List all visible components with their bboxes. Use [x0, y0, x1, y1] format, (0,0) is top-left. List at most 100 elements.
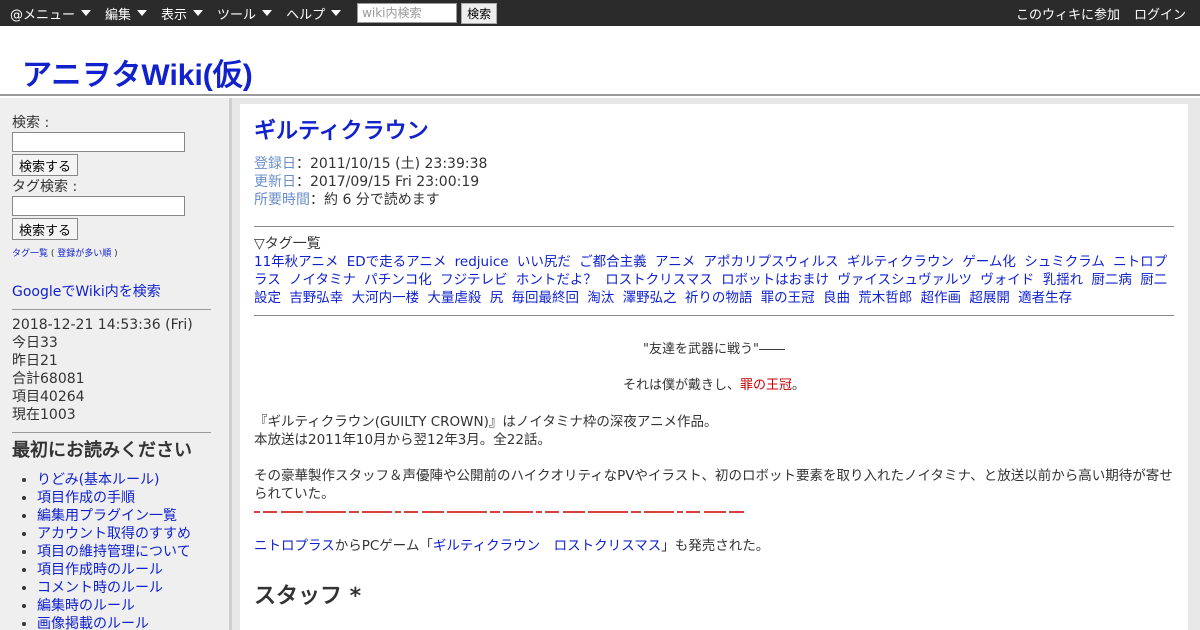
paren-open: (: [48, 249, 58, 259]
tag-link[interactable]: redjuice: [455, 254, 509, 270]
page-title[interactable]: ギルティクラウン: [254, 118, 1174, 146]
tag-link[interactable]: 超展開: [969, 290, 1010, 306]
menu-at-menu[interactable]: @メニュー: [0, 0, 95, 26]
read-first-heading: 最初にお読みください: [12, 440, 192, 461]
tag-link[interactable]: シュミクラム: [1024, 254, 1105, 270]
tag-link[interactable]: 11年秋アニメ: [254, 254, 338, 270]
tag-link[interactable]: ヴォイド: [980, 272, 1034, 288]
tag-link[interactable]: 淘汰: [587, 290, 614, 306]
tag-search-button[interactable]: 検索する: [12, 218, 79, 240]
reading-time-row: 所要時間：約 6 分で読めます: [254, 191, 1174, 209]
tag-list-toggle[interactable]: ▽タグ一覧: [254, 235, 1174, 253]
read-first-item[interactable]: 項目作成時のルール: [37, 561, 217, 579]
read-first-item[interactable]: 編集用プラグイン一覧: [37, 507, 217, 525]
main-content: ギルティクラウン 登録日：2011/10/15 (土) 23:39:38 更新日…: [240, 104, 1188, 630]
tag-link[interactable]: EDで走るアニメ: [347, 254, 447, 270]
sidebar-search-input[interactable]: [12, 132, 185, 152]
tag-link[interactable]: ロストクリスマス: [605, 272, 713, 288]
game-text-end: 」も発売された。: [661, 538, 770, 554]
read-first-item[interactable]: りどみ(基本ルール): [37, 471, 217, 489]
stat-current: 現在1003: [12, 407, 76, 423]
opening-quote-second: それは僕が戴きし、罪の王冠。: [254, 377, 1174, 395]
tag-link[interactable]: ノイタミナ: [289, 272, 356, 288]
tag-link[interactable]: ゲーム化: [962, 254, 1016, 270]
top-toolbar: @メニュー 編集 表示 ツール ヘルプ 検索 このウィキに参加 ログイン: [0, 0, 1200, 26]
tag-link[interactable]: ギルティクラウン: [847, 254, 954, 270]
tag-link[interactable]: 大量虐殺: [427, 290, 481, 306]
menu-view[interactable]: 表示: [151, 0, 207, 26]
lost-christmas-link[interactable]: ギルティクラウン ロストクリスマス: [433, 538, 661, 554]
join-wiki-link[interactable]: このウィキに参加: [1016, 4, 1120, 23]
tag-link[interactable]: 適者生存: [1018, 290, 1072, 306]
tag-link[interactable]: ヴァイスシュヴァルツ: [837, 272, 972, 288]
tag-link[interactable]: 尻: [490, 290, 504, 306]
tag-link[interactable]: 良曲: [823, 290, 850, 306]
quote-suffix: 。: [792, 378, 806, 393]
menu-label: @メニュー: [10, 7, 76, 23]
game-text: からPCゲーム「: [334, 538, 433, 554]
tag-link[interactable]: 吉野弘幸: [289, 290, 343, 306]
tag-link[interactable]: ホントだよ？: [516, 272, 597, 288]
menu-help[interactable]: ヘルプ: [276, 0, 345, 26]
expectation-paragraph: その豪華製作スタッフ＆声優陣や公開前のハイクオリティなPVやイラスト、初のロボッ…: [254, 468, 1173, 502]
tag-search-input[interactable]: [12, 196, 185, 216]
menu-tools[interactable]: ツール: [207, 0, 276, 26]
updated-label: 更新日: [254, 174, 296, 190]
tag-link[interactable]: いい尻だ: [517, 254, 571, 270]
tag-link[interactable]: 大河内一楼: [352, 290, 420, 306]
tag-link[interactable]: ご都合主義: [579, 254, 647, 270]
account-links: このウィキに参加 ログイン: [1016, 0, 1200, 26]
updated-row: 更新日：2017/09/15 Fri 23:00:19: [254, 173, 1174, 191]
tag-link[interactable]: フジテレビ: [440, 272, 508, 288]
quote-red-text: 罪の王冠: [739, 378, 792, 393]
caret-down-icon: [137, 10, 148, 16]
sidebar-search-button[interactable]: 検索する: [12, 154, 79, 176]
caret-down-icon: [262, 10, 273, 16]
tag-link[interactable]: ロボットはおまけ: [721, 272, 829, 288]
tag-link[interactable]: 厨二病: [1091, 272, 1132, 288]
read-first-item[interactable]: コメント時のルール: [37, 579, 217, 597]
caret-down-icon: [81, 10, 92, 16]
tag-list-links: タグ一覧 ( 登録が多い順 ): [12, 246, 217, 259]
reading-time-label: 所要時間: [254, 192, 310, 208]
tag-popular-link[interactable]: 登録が多い順: [57, 249, 111, 259]
tag-list-link[interactable]: タグ一覧: [12, 249, 48, 259]
stat-yesterday: 昨日21: [12, 353, 58, 369]
broadcast-paragraph: 本放送は2011年10月から翌12年3月。全22話。: [254, 432, 551, 448]
read-first-item[interactable]: アカウント取得のすすめ: [37, 525, 217, 543]
wiki-search-input[interactable]: [357, 3, 458, 23]
tag-link[interactable]: アポカリプスウィルス: [704, 254, 839, 270]
read-first-list: りどみ(基本ルール)項目作成の手順編集用プラグイン一覧アカウント取得のすすめ項目…: [12, 471, 217, 630]
login-link[interactable]: ログイン: [1134, 4, 1186, 23]
tag-link[interactable]: 澤野弘之: [623, 290, 677, 306]
tag-link[interactable]: アニメ: [655, 254, 695, 270]
tag-link[interactable]: 超作画: [921, 290, 962, 306]
opening-quote: "友達を武器に戦う"――: [643, 342, 785, 357]
stat-datetime: 2018-12-21 14:53:36 (Fri): [12, 317, 193, 333]
updated-value: ：2017/09/15 Fri 23:00:19: [296, 174, 480, 190]
tag-link[interactable]: 乳揺れ: [1043, 272, 1084, 288]
nitroplus-link[interactable]: ニトロプラス: [254, 538, 335, 554]
site-title-link[interactable]: アニヲタWiki(仮): [22, 50, 253, 94]
menu-edit[interactable]: 編集: [95, 0, 151, 26]
tag-link[interactable]: 荒木哲郎: [858, 290, 912, 306]
paren-close: ): [111, 249, 118, 259]
read-first-item[interactable]: 項目作成の手順: [37, 489, 217, 507]
stat-total: 合計68081: [12, 371, 85, 387]
google-search-link[interactable]: GoogleでWiki内を検索: [12, 281, 217, 301]
wiki-search-button[interactable]: 検索: [461, 2, 498, 24]
intro-paragraph: 『ギルティクラウン(GUILTY CROWN)』はノイタミナ枠の深夜アニメ作品。: [254, 414, 718, 430]
menu-label: ヘルプ: [286, 7, 326, 23]
read-first-item[interactable]: 編集時のルール: [37, 597, 217, 615]
tag-link[interactable]: 毎回最終回: [511, 290, 579, 306]
registered-value: ：2011/10/15 (土) 23:39:38: [296, 156, 488, 172]
tag-link[interactable]: 罪の王冠: [761, 290, 815, 306]
content-divider: [254, 315, 1174, 316]
reading-time-value: ：約 6 分で読めます: [310, 192, 440, 208]
tag-link[interactable]: パチンコ化: [364, 272, 432, 288]
staff-heading: スタッフ *: [254, 584, 362, 609]
read-first-item[interactable]: 画像掲載のルール: [37, 615, 217, 630]
tag-link[interactable]: 祈りの物語: [685, 290, 753, 306]
sidebar-divider: [12, 432, 211, 433]
read-first-item[interactable]: 項目の維持管理について: [37, 543, 217, 561]
